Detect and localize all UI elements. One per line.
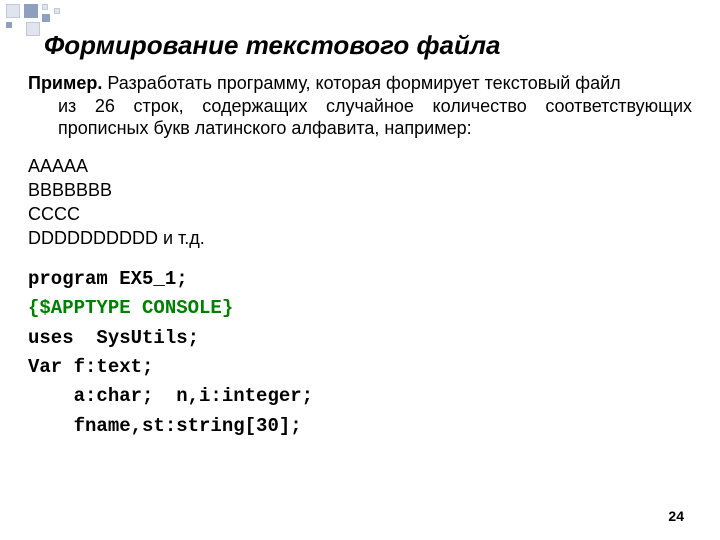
code-text: EX5_1; [108, 268, 188, 290]
example-line: BBBBBBB [28, 178, 692, 202]
deco-square [24, 4, 38, 18]
example-line: CCCC [28, 202, 692, 226]
code-text: a:char; n,i:integer; [28, 385, 313, 407]
intro-rest: из 26 строк, содержащих случайное количе… [28, 95, 692, 140]
intro-label: Пример. [28, 73, 102, 93]
code-keyword: Var [28, 356, 62, 378]
code-text: f:text; [62, 356, 153, 378]
deco-square [54, 8, 60, 14]
code-text: SysUtils; [74, 327, 199, 349]
code-directive: {$APPTYPE CONSOLE} [28, 297, 233, 319]
deco-square [42, 4, 48, 10]
slide-title: Формирование текстового файла [44, 30, 500, 61]
deco-square [6, 4, 20, 18]
example-block: AAAAA BBBBBBB CCCC DDDDDDDDDD и т.д. [28, 154, 692, 251]
intro-first-line: Разработать программу, которая формирует… [102, 73, 620, 93]
code-text: fname,st:string[30]; [28, 415, 302, 437]
deco-square [6, 22, 12, 28]
code-keyword: uses [28, 327, 74, 349]
slide-body: Пример. Разработать программу, которая ф… [28, 72, 692, 441]
intro-paragraph: Пример. Разработать программу, которая ф… [28, 72, 692, 140]
slide: Формирование текстового файла Пример. Ра… [0, 0, 720, 540]
deco-square [42, 14, 50, 22]
page-number: 24 [668, 508, 684, 524]
code-keyword: program [28, 268, 108, 290]
example-line: AAAAA [28, 154, 692, 178]
code-block: program EX5_1; {$APPTYPE CONSOLE} uses S… [28, 265, 692, 442]
example-line: DDDDDDDDDD и т.д. [28, 226, 692, 250]
deco-square [26, 22, 40, 36]
